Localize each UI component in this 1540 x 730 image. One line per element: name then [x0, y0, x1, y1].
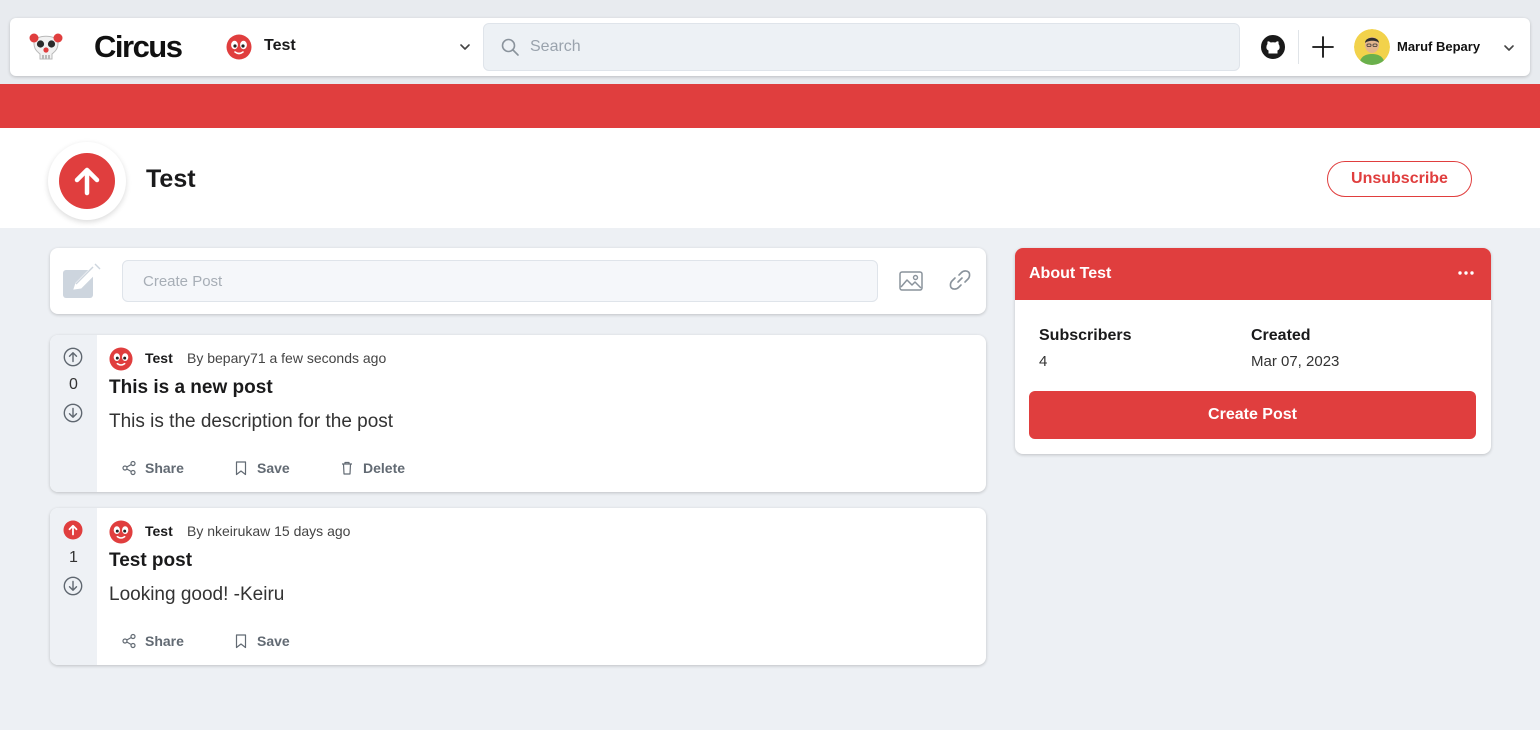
search-input[interactable]	[530, 32, 1220, 62]
post-body: Test By nkeirukaw 15 days ago Test post …	[109, 508, 969, 665]
upvote-icon[interactable]	[63, 347, 83, 367]
downvote-icon[interactable]	[63, 403, 83, 423]
bookmark-icon	[235, 461, 247, 476]
share-button[interactable]: Share	[121, 457, 184, 479]
arrow-up-circle-icon	[59, 153, 115, 209]
create-post-bar	[50, 248, 986, 314]
delete-button[interactable]: Delete	[339, 457, 405, 479]
navbar-divider	[1298, 30, 1299, 64]
red-face-icon	[226, 34, 252, 60]
about-header: About Test	[1015, 248, 1491, 300]
avatar	[1354, 29, 1390, 65]
save-button[interactable]: Save	[233, 457, 290, 479]
community-selector-label: Test	[264, 37, 296, 54]
save-label: Save	[257, 633, 290, 649]
vote-column: 1	[50, 508, 97, 665]
plus-icon[interactable]	[1310, 34, 1336, 60]
create-post-input[interactable]	[122, 260, 878, 302]
page-title: Test	[146, 165, 196, 193]
user-menu[interactable]: Maruf Bepary	[1352, 28, 1520, 66]
share-icon	[122, 633, 136, 649]
share-label: Share	[145, 633, 184, 649]
post-byline: By nkeirukaw 15 days ago	[187, 523, 351, 539]
subscribers-label: Subscribers	[1039, 327, 1132, 344]
community-header: Test Unsubscribe	[0, 128, 1540, 228]
downvote-icon[interactable]	[63, 576, 83, 596]
vote-count: 1	[69, 549, 78, 566]
unsubscribe-button[interactable]: Unsubscribe	[1327, 161, 1472, 197]
share-label: Share	[145, 460, 184, 476]
post-community-link[interactable]: Test	[145, 350, 173, 366]
delete-label: Delete	[363, 460, 406, 476]
trash-icon	[342, 461, 352, 475]
post-card[interactable]: 0 Test By bepary71 a few seconds ago Thi…	[50, 335, 986, 492]
save-button[interactable]: Save	[233, 630, 290, 652]
logo-text[interactable]: Circus	[94, 29, 183, 65]
post-community-link[interactable]: Test	[145, 523, 173, 539]
link-icon[interactable]	[948, 268, 972, 292]
created-label: Created	[1251, 327, 1311, 344]
bookmark-icon	[235, 634, 247, 649]
post-body: Test By bepary71 a few seconds ago This …	[109, 335, 969, 492]
subscribers-value: 4	[1039, 353, 1048, 370]
save-label: Save	[257, 460, 290, 476]
share-button[interactable]: Share	[121, 630, 184, 652]
search-box	[483, 23, 1240, 71]
clown-skull-icon[interactable]	[28, 28, 64, 64]
vote-count: 0	[69, 376, 78, 393]
post-byline: By bepary71 a few seconds ago	[187, 350, 387, 366]
post-title[interactable]: This is a new post	[109, 377, 273, 399]
post-description: This is the description for the post	[109, 411, 394, 432]
created-value: Mar 07, 2023	[1251, 353, 1340, 370]
community-banner	[0, 84, 1540, 128]
post-card[interactable]: 1 Test By nkeirukaw 15 days ago Test pos…	[50, 508, 986, 665]
create-post-button[interactable]: Create Post	[1029, 391, 1476, 439]
about-title: About Test	[1029, 265, 1112, 282]
red-face-icon[interactable]	[109, 520, 133, 544]
upvote-icon[interactable]	[63, 520, 83, 540]
github-icon[interactable]	[1260, 34, 1286, 60]
image-icon[interactable]	[898, 268, 924, 294]
chevron-down-icon	[1504, 45, 1514, 51]
search-icon	[501, 38, 519, 56]
pencil-square-icon[interactable]	[62, 262, 102, 300]
user-name: Maruf Bepary	[1397, 39, 1481, 54]
share-icon	[122, 460, 136, 476]
post-description: Looking good! -Keiru	[109, 584, 285, 605]
community-selector[interactable]: Test	[226, 30, 480, 64]
red-face-icon[interactable]	[109, 347, 133, 371]
ellipsis-icon[interactable]	[1455, 262, 1477, 284]
vote-column: 0	[50, 335, 97, 492]
navbar: Circus Test Search Maruf Bepary	[10, 18, 1530, 76]
chevron-down-icon	[460, 44, 470, 50]
post-title[interactable]: Test post	[109, 550, 192, 572]
about-community-card: About Test Subscribers 4 Created Mar 07,…	[1015, 248, 1491, 454]
community-icon-container	[48, 142, 126, 220]
